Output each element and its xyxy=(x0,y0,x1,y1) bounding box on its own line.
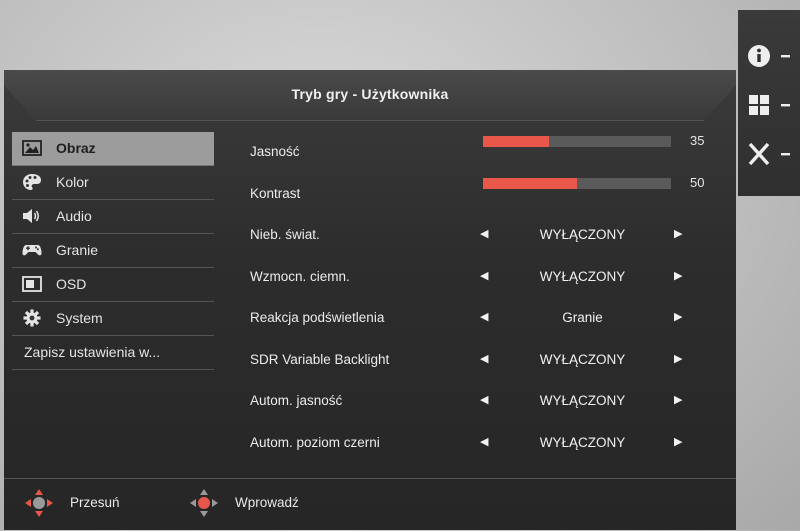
setting-label: Autom. jasność xyxy=(250,393,343,408)
dpad-move-icon xyxy=(25,489,53,517)
arrow-left-icon[interactable]: ◀ xyxy=(480,435,488,448)
footer-enter-label: Wprowadź xyxy=(235,495,299,510)
sidebar-item-label: Granie xyxy=(56,242,99,258)
arrow-right-icon[interactable]: ▶ xyxy=(674,227,682,240)
kontrast-slider-fill xyxy=(483,177,577,189)
dpad-enter-icon xyxy=(190,489,218,517)
speaker-icon xyxy=(23,209,39,223)
sidebar-item-granie[interactable]: Granie xyxy=(12,234,214,268)
setting-row-wzmocn-ciemn: Wzmocn. ciemn. ◀ WYŁĄCZONY ▶ xyxy=(250,255,730,297)
arrow-left-icon[interactable]: ◀ xyxy=(480,227,488,240)
gear-icon xyxy=(23,309,41,327)
sidebar-item-system[interactable]: System xyxy=(12,302,214,336)
sidebar-item-save-settings[interactable]: Zapisz ustawienia w... xyxy=(12,336,214,370)
kontrast-slider[interactable] xyxy=(483,177,671,189)
sidebar-item-label: Kolor xyxy=(56,174,89,190)
osd-menu: Tryb gry - Użytkownika Obraz Kolor Audio… xyxy=(4,70,736,530)
arrow-left-icon[interactable]: ◀ xyxy=(480,393,488,406)
osd-footer: Przesuń Wprowadź xyxy=(4,478,736,531)
sidebar-item-audio[interactable]: Audio xyxy=(12,200,214,234)
setting-label: Kontrast xyxy=(250,185,301,201)
sidebar-item-label: OSD xyxy=(56,276,87,292)
palette-icon xyxy=(23,174,41,190)
setting-row-autom-jasnosc: Autom. jasność ◀ WYŁĄCZONY ▶ xyxy=(250,379,730,421)
option-value[interactable]: WYŁĄCZONY xyxy=(505,393,660,408)
setting-row-sdr-variable-backlight: SDR Variable Backlight ◀ WYŁĄCZONY ▶ xyxy=(250,338,730,380)
setting-label: Nieb. świat. xyxy=(250,227,320,242)
gamepad-icon xyxy=(22,245,42,256)
hotkey-panel xyxy=(738,10,800,196)
sidebar-item-kolor[interactable]: Kolor xyxy=(12,166,214,200)
info-button[interactable] xyxy=(746,42,794,70)
arrow-right-icon[interactable]: ▶ xyxy=(674,435,682,448)
arrow-left-icon[interactable]: ◀ xyxy=(480,269,488,282)
setting-row-nieb-swiat: Nieb. świat. ◀ WYŁĄCZONY ▶ xyxy=(250,213,730,255)
close-icon xyxy=(748,142,790,166)
arrow-left-icon[interactable]: ◀ xyxy=(480,310,488,323)
menu-button[interactable] xyxy=(746,91,794,119)
osd-icon xyxy=(22,276,42,292)
footer-move-label: Przesuń xyxy=(70,495,120,510)
image-icon xyxy=(22,140,42,156)
osd-header: Tryb gry - Użytkownika xyxy=(4,70,736,121)
arrow-right-icon[interactable]: ▶ xyxy=(674,269,682,282)
setting-label: Autom. poziom czerni xyxy=(250,434,380,450)
jasnosc-slider-fill xyxy=(483,136,549,147)
menu-grid-icon xyxy=(749,95,790,115)
option-value[interactable]: WYŁĄCZONY xyxy=(505,352,660,367)
sidebar-item-label: Audio xyxy=(56,208,92,224)
sidebar: Obraz Kolor Audio Granie OSD System Zapi… xyxy=(12,132,214,370)
setting-label: Reakcja podświetlenia xyxy=(250,310,385,325)
sidebar-item-label: Zapisz ustawienia w... xyxy=(24,344,161,360)
arrow-right-icon[interactable]: ▶ xyxy=(674,352,682,365)
sidebar-item-osd[interactable]: OSD xyxy=(12,268,214,302)
setting-row-kontrast: Kontrast 50 xyxy=(250,172,730,214)
option-value[interactable]: Granie xyxy=(505,310,660,325)
option-value[interactable]: WYŁĄCZONY xyxy=(505,227,660,242)
info-icon xyxy=(748,45,790,67)
setting-row-reakcja-podswietlenia: Reakcja podświetlenia ◀ Granie ▶ xyxy=(250,296,730,338)
setting-row-autom-poziom-czerni: Autom. poziom czerni ◀ WYŁĄCZONY ▶ xyxy=(250,421,730,463)
setting-label: SDR Variable Backlight xyxy=(250,351,390,367)
sidebar-item-label: Obraz xyxy=(56,140,96,156)
kontrast-value: 50 xyxy=(690,174,705,190)
setting-label: Wzmocn. ciemn. xyxy=(250,268,350,284)
jasnosc-value: 35 xyxy=(690,133,705,148)
arrow-left-icon[interactable]: ◀ xyxy=(480,352,488,365)
sidebar-item-obraz[interactable]: Obraz xyxy=(12,132,214,166)
option-value[interactable]: WYŁĄCZONY xyxy=(505,435,660,450)
arrow-right-icon[interactable]: ▶ xyxy=(674,393,682,406)
jasnosc-slider[interactable] xyxy=(483,136,671,147)
page-title: Tryb gry - Użytkownika xyxy=(291,86,449,102)
setting-label: Jasność xyxy=(250,144,300,159)
sidebar-item-label: System xyxy=(56,310,103,326)
setting-row-jasnosc: Jasność 35 xyxy=(250,130,730,172)
arrow-right-icon[interactable]: ▶ xyxy=(674,310,682,323)
close-button[interactable] xyxy=(746,140,794,168)
option-value[interactable]: WYŁĄCZONY xyxy=(505,269,660,284)
settings-panel: Jasność 35 Kontrast 50 Nieb. świat. ◀ WY… xyxy=(250,130,730,462)
